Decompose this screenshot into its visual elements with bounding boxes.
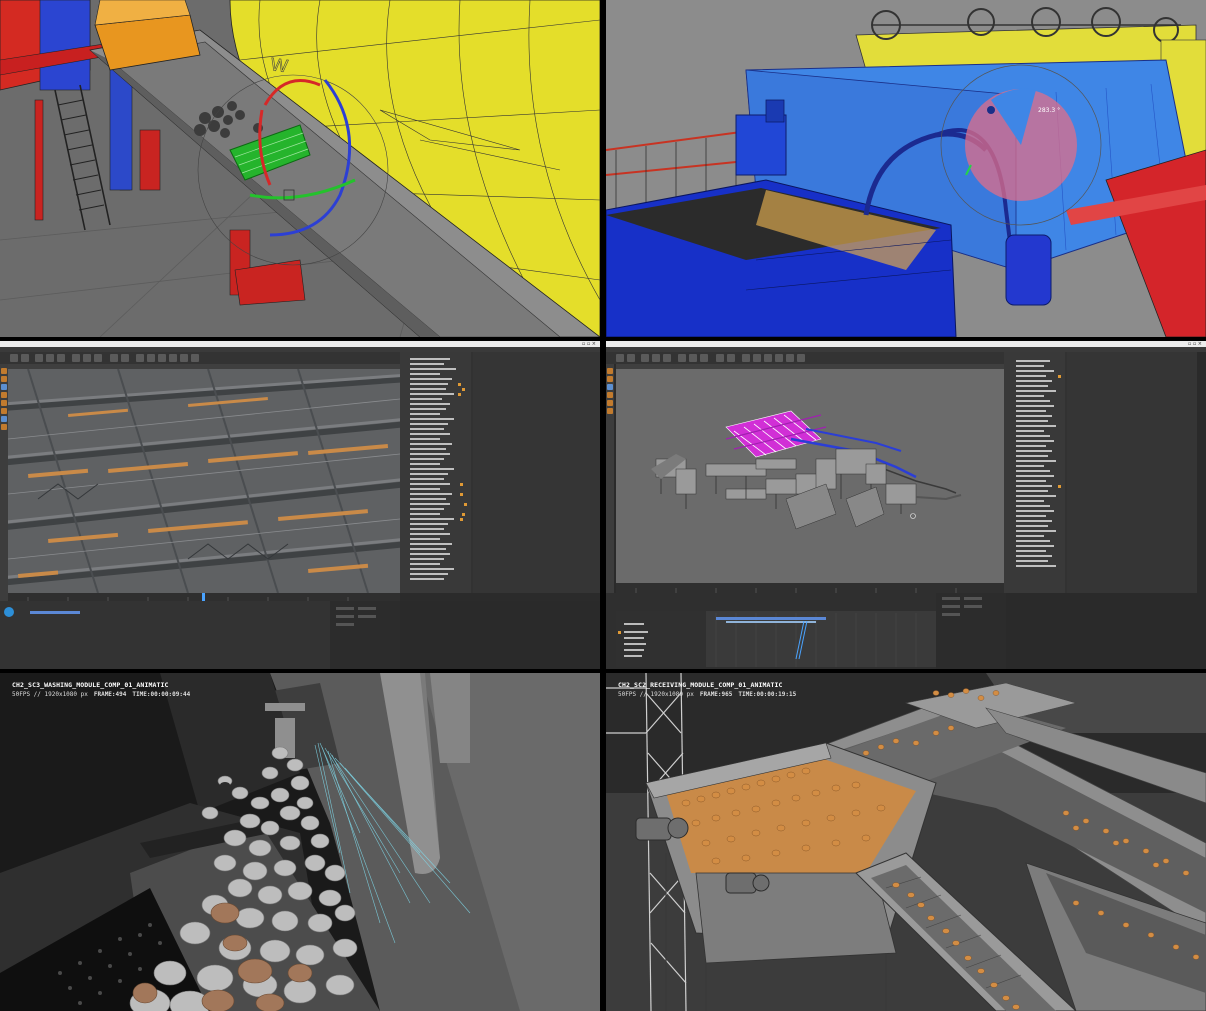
timecode: 00:00:09:44 bbox=[150, 691, 191, 698]
workplane-icon[interactable] bbox=[1, 424, 7, 430]
object-list bbox=[1004, 352, 1206, 593]
scale-icon[interactable] bbox=[46, 354, 54, 362]
texture-mode-icon[interactable] bbox=[607, 376, 613, 382]
animatic-title: CH2_SC2_RECEIVING_MODULE_COMP_01_ANIMATI… bbox=[618, 681, 783, 689]
frame-label: FRAME: bbox=[93, 691, 116, 698]
points-mode-icon[interactable] bbox=[607, 384, 613, 390]
scene-plant-overview bbox=[616, 369, 1004, 583]
render-settings-icon[interactable] bbox=[727, 354, 735, 362]
redo-icon[interactable] bbox=[627, 354, 635, 362]
pen-icon[interactable] bbox=[147, 354, 155, 362]
z-axis-icon[interactable] bbox=[94, 354, 102, 362]
edges-mode-icon[interactable] bbox=[1, 392, 7, 398]
nurbs-icon[interactable] bbox=[158, 354, 166, 362]
render-settings-icon[interactable] bbox=[121, 354, 129, 362]
fps-resolution: 50FPS // 1920x1080 px bbox=[618, 691, 694, 698]
rotate-icon[interactable] bbox=[663, 354, 671, 362]
light-icon[interactable] bbox=[191, 354, 199, 362]
model-mode-icon[interactable] bbox=[1, 368, 7, 374]
deformer-icon[interactable] bbox=[169, 354, 177, 362]
animatic-overlay-washing: CH2_SC3_WASHING_MODULE_COMP_01_ANIMATIC … bbox=[12, 681, 190, 699]
render-receiving-module[interactable]: CH2_SC2_RECEIVING_MODULE_COMP_01_ANIMATI… bbox=[606, 673, 1206, 1011]
scene-receiving-module bbox=[606, 673, 1206, 1011]
frame-label: FRAME: bbox=[699, 691, 722, 698]
points-mode-icon[interactable] bbox=[1, 384, 7, 390]
cube-icon[interactable] bbox=[742, 354, 750, 362]
viewport-3d[interactable] bbox=[616, 369, 1004, 583]
gizmo-angle-readout: 283.3 ° bbox=[1038, 107, 1060, 114]
y-axis-icon[interactable] bbox=[689, 354, 697, 362]
nurbs-icon[interactable] bbox=[764, 354, 772, 362]
animatic-info: 50FPS // 1920x1080 px FRAME:965 TIME:00:00… bbox=[618, 690, 796, 699]
snap-icon[interactable] bbox=[1, 416, 7, 422]
left-tool-palette bbox=[606, 364, 614, 609]
y-axis-icon[interactable] bbox=[83, 354, 91, 362]
c4d-window-left[interactable]: ▫ ▫ × bbox=[0, 341, 600, 669]
camera-icon[interactable] bbox=[180, 354, 188, 362]
time-label: TIME: bbox=[132, 691, 151, 698]
viewport-top-right[interactable]: 283.3 ° bbox=[606, 0, 1206, 337]
fps-resolution: 50FPS // 1920x1080 px bbox=[12, 691, 88, 698]
object-list bbox=[400, 352, 600, 593]
material-attribute-area[interactable] bbox=[0, 601, 600, 669]
animatic-info: 50FPS // 1920x1080 px FRAME:494 TIME:00:00… bbox=[12, 690, 190, 699]
x-axis-icon[interactable] bbox=[72, 354, 80, 362]
undo-icon[interactable] bbox=[616, 354, 624, 362]
pen-icon[interactable] bbox=[753, 354, 761, 362]
animatic-title: CH2_SC3_WASHING_MODULE_COMP_01_ANIMATIC bbox=[12, 681, 169, 689]
move-icon[interactable] bbox=[641, 354, 649, 362]
viewport-3d[interactable] bbox=[8, 369, 400, 593]
polygons-mode-icon[interactable] bbox=[1, 400, 7, 406]
undo-icon[interactable] bbox=[10, 354, 18, 362]
timecode: 00:00:19:15 bbox=[756, 691, 797, 698]
time-label: TIME: bbox=[738, 691, 757, 698]
edges-mode-icon[interactable] bbox=[607, 392, 613, 398]
scene-drum-conveyor: W bbox=[0, 0, 600, 337]
frame-number: 494 bbox=[115, 691, 127, 698]
move-icon[interactable] bbox=[35, 354, 43, 362]
animatic-overlay-receiving: CH2_SC2_RECEIVING_MODULE_COMP_01_ANIMATI… bbox=[618, 681, 796, 699]
object-manager[interactable] bbox=[1004, 352, 1206, 593]
deformer-icon[interactable] bbox=[775, 354, 783, 362]
axis-mode-icon[interactable] bbox=[1, 408, 7, 414]
polygons-mode-icon[interactable] bbox=[607, 400, 613, 406]
z-axis-icon[interactable] bbox=[700, 354, 708, 362]
cube-icon[interactable] bbox=[136, 354, 144, 362]
timeline-ruler[interactable] bbox=[8, 593, 400, 601]
model-mode-icon[interactable] bbox=[607, 368, 613, 374]
svg-text:W: W bbox=[269, 54, 289, 76]
timeline-dope-sheet[interactable] bbox=[606, 593, 1206, 669]
texture-mode-icon[interactable] bbox=[1, 376, 7, 382]
timeline-ruler[interactable] bbox=[616, 583, 1004, 593]
render-washing-module[interactable]: CH2_SC3_WASHING_MODULE_COMP_01_ANIMATIC … bbox=[0, 673, 600, 1011]
scene-washing-module bbox=[0, 673, 600, 1011]
redo-icon[interactable] bbox=[21, 354, 29, 362]
light-icon[interactable] bbox=[797, 354, 805, 362]
camera-icon[interactable] bbox=[786, 354, 794, 362]
scale-icon[interactable] bbox=[652, 354, 660, 362]
scene-blue-washer: 283.3 ° bbox=[606, 0, 1206, 337]
left-tool-palette bbox=[0, 364, 8, 609]
rotate-icon[interactable] bbox=[57, 354, 65, 362]
scene-conveyor-grid bbox=[8, 369, 400, 593]
frame-number: 965 bbox=[721, 691, 733, 698]
render-icon[interactable] bbox=[716, 354, 724, 362]
object-manager[interactable] bbox=[400, 352, 600, 593]
axis-mode-icon[interactable] bbox=[607, 408, 613, 414]
viewport-top-left[interactable]: W bbox=[0, 0, 600, 337]
render-icon[interactable] bbox=[110, 354, 118, 362]
c4d-window-right[interactable]: ▫ ▫ × bbox=[606, 341, 1206, 669]
x-axis-icon[interactable] bbox=[678, 354, 686, 362]
